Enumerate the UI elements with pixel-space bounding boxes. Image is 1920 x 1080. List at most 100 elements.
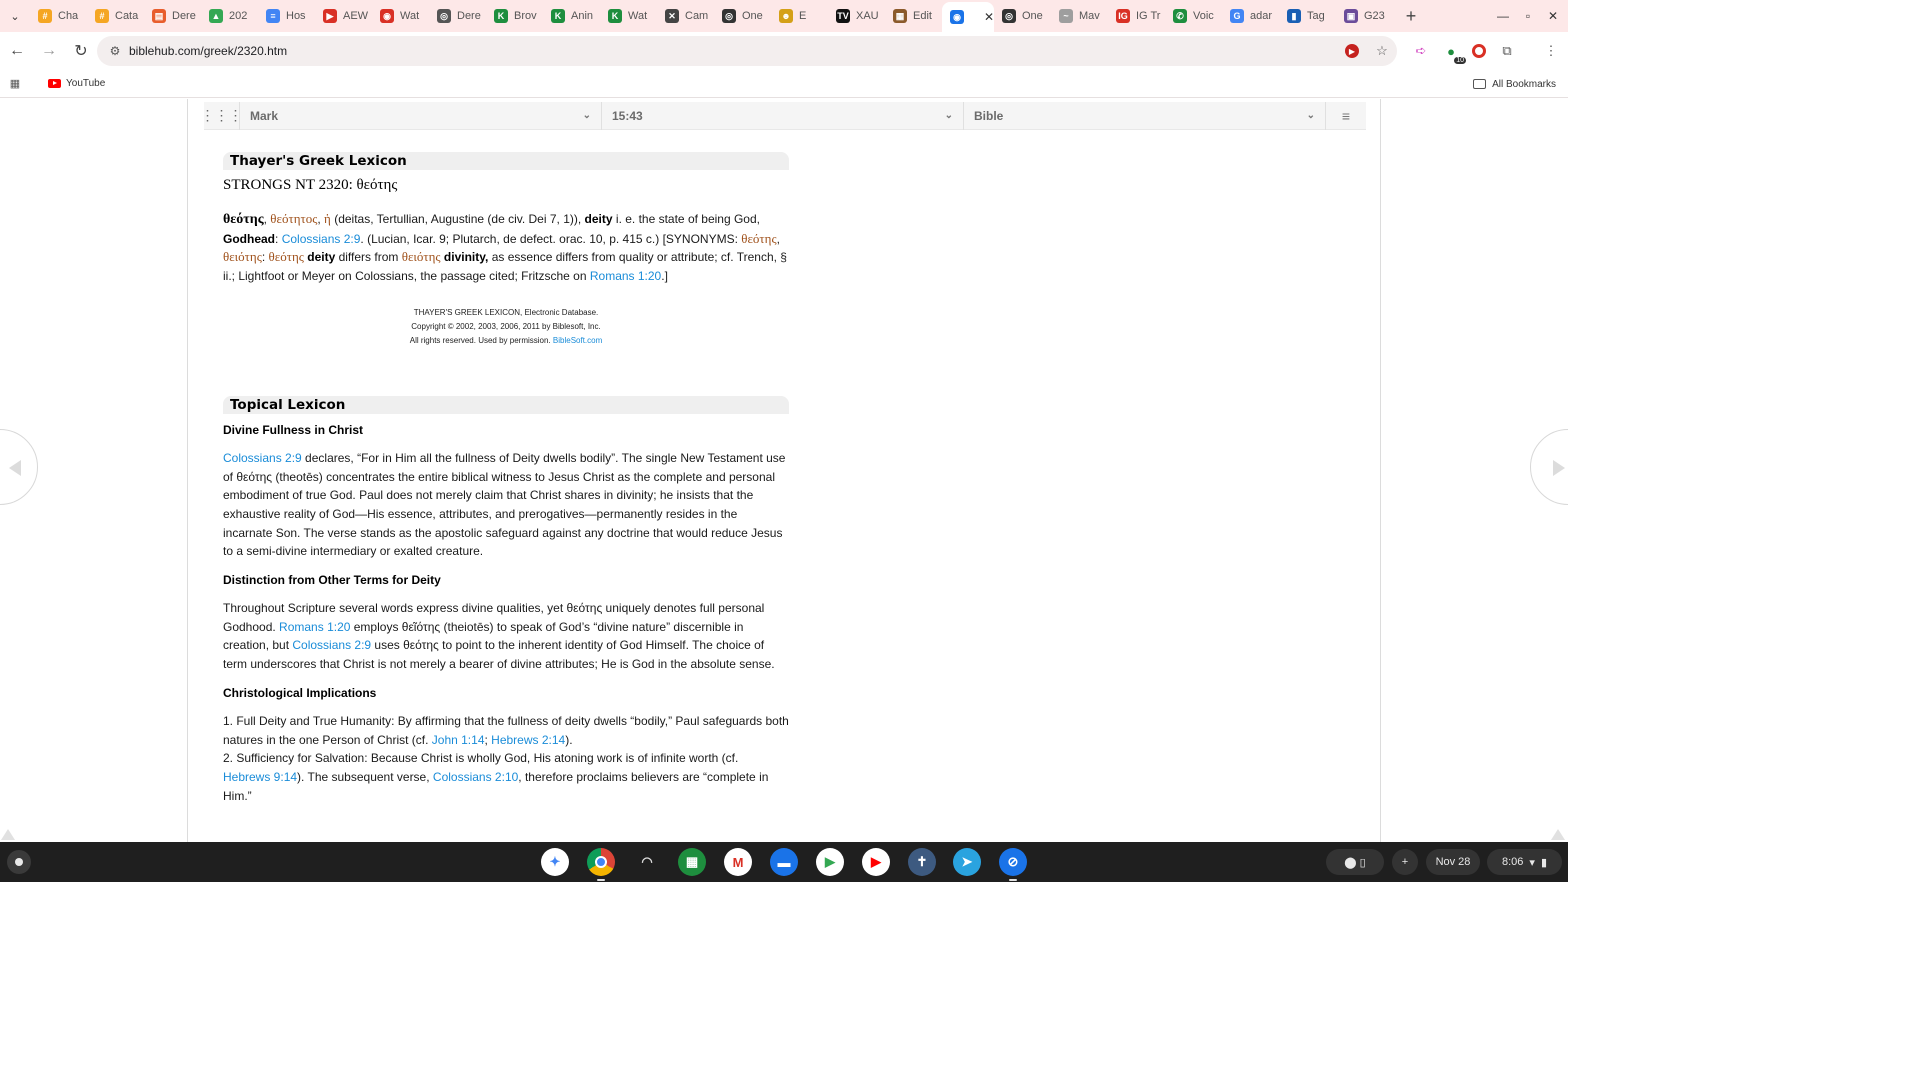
version-select[interactable]: Bible ⌄ [964,101,1326,130]
apps-grid-icon[interactable]: ▦ [0,77,30,90]
youtube-icon [48,79,61,88]
browser-tab[interactable]: K Brov [486,2,543,30]
gemini-app-icon[interactable]: ✦ [541,848,569,876]
verse-link[interactable]: John 1:14 [432,733,485,747]
telegram-app-icon[interactable]: ➤ [953,848,981,876]
verse-link[interactable]: Colossians 2:9 [282,232,361,246]
color-extension-icon[interactable] [1472,44,1486,58]
verse-link[interactable]: Colossians 2:10 [433,770,518,784]
browser-tab[interactable]: ▶ AEW [315,2,372,30]
browser-tab[interactable]: ▣ G23 [1336,2,1393,30]
minimize-button[interactable]: — [1490,0,1516,32]
chat-extension-icon[interactable]: ● 10 [1442,42,1466,64]
browser-tab[interactable]: ▤ Dere [144,2,201,30]
close-window-button[interactable]: ✕ [1540,0,1566,32]
browser-tab[interactable]: ~ Mav [1051,2,1108,30]
next-page-button[interactable] [1530,429,1568,505]
tab-favicon-icon: # [38,9,52,23]
strongs-title: STRONGS NT 2320: θεότης [223,177,398,193]
verse-link[interactable]: Hebrews 9:14 [223,770,297,784]
launcher-icon[interactable] [7,850,31,874]
hamburger-menu-icon[interactable]: ≡ [1326,102,1366,130]
verse-link[interactable]: Colossians 2:9 [223,451,302,465]
files-app-icon[interactable]: ▬ [770,848,798,876]
cast-icon[interactable]: ◠ [633,848,661,876]
bookmark-label: YouTube [66,78,106,89]
browser-tab[interactable]: # Cha [30,2,87,30]
scroll-top-left-icon[interactable] [1,829,15,840]
verse-link[interactable]: Romans 1:20 [590,269,661,283]
scroll-top-right-icon[interactable] [1551,829,1565,840]
tab-favicon-icon: # [95,9,109,23]
section-paragraph: Throughout Scripture several words expre… [223,601,775,672]
browser-tab[interactable]: ☻ E [771,2,828,30]
bible-app-icon[interactable]: ✝ [908,848,936,876]
play-store-icon[interactable]: ▶ [816,848,844,876]
browser-tab[interactable]: ▲ 202 [201,2,258,30]
chrome-app-icon[interactable] [587,848,615,876]
tab-favicon-icon: ≡ [266,9,280,23]
browser-tab[interactable]: ◎ One [714,2,771,30]
safari-app-icon[interactable]: ⊘ [999,848,1027,876]
verse-link[interactable]: Romans 1:20 [279,620,350,634]
browser-tab[interactable]: K Anin [543,2,600,30]
bookmark-star-icon[interactable]: ☆ [1373,42,1391,60]
tab-title: Mav [1079,10,1100,22]
date-tray[interactable]: Nov 28 [1426,849,1480,875]
browser-tab[interactable]: ◉ ✕ [942,2,994,32]
browser-tab[interactable]: ✕ Cam [657,2,714,30]
kebab-menu-icon[interactable]: ⋮ [1542,42,1560,60]
previous-page-button[interactable] [0,429,38,505]
tab-favicon-icon: ◉ [950,10,964,24]
share-extension-icon[interactable]: ➪ [1412,42,1430,60]
maximize-button[interactable]: ▫ [1515,0,1541,32]
tab-favicon-icon: IG [1116,9,1130,23]
extensions-puzzle-icon[interactable]: ⧉ [1498,42,1516,60]
apps-app-icon[interactable]: ▦ [678,848,706,876]
tab-title: 202 [229,10,248,22]
bookmark-youtube[interactable]: YouTube [48,78,105,89]
address-bar[interactable]: ⚙ biblehub.com/greek/2320.htm ▶ ☆ [97,36,1397,66]
browser-tab[interactable]: ◎ One [994,2,1051,30]
forward-button[interactable]: → [34,36,64,66]
browser-tab[interactable]: ✆ Voic [1165,2,1222,30]
close-tab-icon[interactable]: ✕ [984,10,994,24]
browser-tab[interactable]: ▮ Tag [1279,2,1336,30]
folder-icon [1473,79,1487,89]
verse-link[interactable]: Hebrews 2:14 [491,733,565,747]
browser-tab[interactable]: Gadar [1222,2,1279,30]
clock-tray[interactable]: 8:06 ▾ ▮ [1487,849,1562,875]
browser-tab[interactable]: ◉ Wat [372,2,429,30]
book-select[interactable]: Mark ⌄ [240,101,602,130]
new-tab-button[interactable]: + [1397,6,1425,27]
tab-favicon-icon: ◉ [380,9,394,23]
tab-favicon-icon: ▣ [1344,9,1358,23]
browser-tab[interactable]: ◎ Dere [429,2,486,30]
topical-heading: Topical Lexicon [223,395,789,414]
tab-favicon-icon: ◎ [437,9,451,23]
browser-tab[interactable]: # Cata [87,2,144,30]
genitive-form: θεότητος [270,211,318,226]
url-text[interactable]: biblehub.com/greek/2320.htm [129,44,287,58]
gmail-app-icon[interactable]: M [724,848,752,876]
all-bookmarks-button[interactable]: All Bookmarks [1473,70,1556,98]
biblesoft-link[interactable]: BibleSoft.com [553,336,602,345]
tab-title: Cata [115,10,139,22]
browser-tab[interactable]: IG IG Tr [1108,2,1165,30]
tray-status-icons[interactable]: ⬤ ▯ [1326,849,1384,875]
back-button[interactable]: ← [2,36,32,66]
verse-select[interactable]: 15:43 ⌄ [602,101,964,130]
browser-tab[interactable]: K Wat [600,2,657,30]
reload-button[interactable]: ↻ [66,36,96,66]
youtube-app-icon[interactable]: ▶ [862,848,890,876]
browser-tab[interactable]: ▦ Edit [885,2,942,30]
tab-search-button[interactable]: ⌄ [0,0,30,32]
verse-link[interactable]: Colossians 2:9 [292,638,371,652]
add-tray-button[interactable]: + [1392,849,1418,875]
browser-tab[interactable]: TV XAU [828,2,885,30]
site-info-icon[interactable]: ⚙ [101,44,129,58]
grid-menu-icon[interactable]: ⋮⋮⋮ [201,101,243,130]
browser-tab[interactable]: ≡ Hos [258,2,315,30]
media-play-icon[interactable]: ▶ [1345,44,1359,58]
tab-title: IG Tr [1136,10,1161,22]
